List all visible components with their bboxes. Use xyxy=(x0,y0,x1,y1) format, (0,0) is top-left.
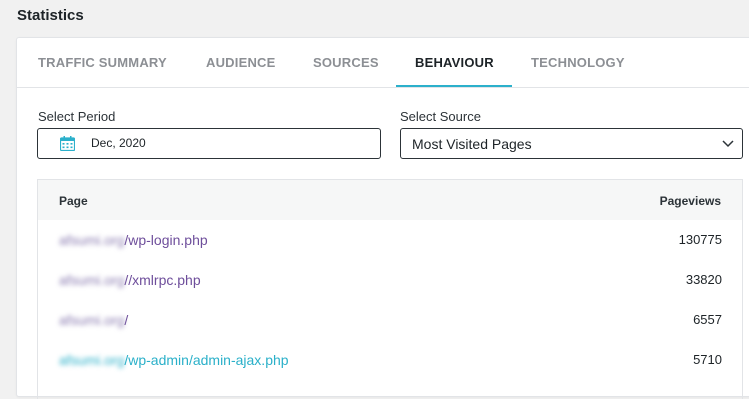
pageviews-value: 5710 xyxy=(693,352,722,367)
page-link[interactable]: afsumi.org//xmlrpc.php xyxy=(59,272,201,288)
chevron-down-icon xyxy=(722,140,734,148)
table-row: afsumi.org/wp-login.php 130775 xyxy=(38,220,742,260)
tab-audience[interactable]: AUDIENCE xyxy=(206,38,276,88)
page-title: Statistics xyxy=(17,7,84,24)
page-link[interactable]: afsumi.org/wp-admin/admin-ajax.php xyxy=(59,352,289,368)
pageviews-value: 6557 xyxy=(693,312,722,327)
pageviews-value: 33820 xyxy=(685,272,722,287)
tab-bar: TRAFFIC SUMMARY AUDIENCE SOURCES BEHAVIO… xyxy=(17,38,749,88)
pageviews-value: 130775 xyxy=(678,232,722,247)
column-header-page: Page xyxy=(59,194,88,208)
table-header: Page Pageviews xyxy=(38,180,742,220)
source-select[interactable]: Most Visited Pages xyxy=(400,128,743,159)
period-date-picker[interactable]: Dec, 2020 xyxy=(37,128,381,159)
table-row: afsumi.org/wp-admin/admin-ajax.php 5710 xyxy=(38,340,742,380)
pages-table: Page Pageviews afsumi.org/wp-login.php 1… xyxy=(37,179,743,399)
page-path: / xyxy=(124,312,129,328)
calendar-icon xyxy=(60,136,75,151)
period-value: Dec, 2020 xyxy=(91,136,146,150)
period-label: Select Period xyxy=(38,109,116,124)
table-row: afsumi.org//xmlrpc.php 33820 xyxy=(38,260,742,300)
statistics-panel: TRAFFIC SUMMARY AUDIENCE SOURCES BEHAVIO… xyxy=(16,37,749,399)
page-path: //xmlrpc.php xyxy=(124,272,201,288)
source-label: Select Source xyxy=(400,109,481,124)
blurred-domain: afsumi.org xyxy=(59,232,125,248)
tab-behaviour[interactable]: BEHAVIOUR xyxy=(415,38,494,88)
blurred-domain: afsumi.org xyxy=(59,352,125,368)
source-value: Most Visited Pages xyxy=(412,136,532,152)
page-link[interactable]: afsumi.org/wp-login.php xyxy=(59,232,208,248)
tab-traffic-summary[interactable]: TRAFFIC SUMMARY xyxy=(38,38,167,88)
page-path: /wp-login.php xyxy=(124,232,208,248)
active-tab-indicator xyxy=(396,85,512,87)
tab-technology[interactable]: TECHNOLOGY xyxy=(531,38,625,88)
column-header-pageviews: Pageviews xyxy=(659,194,721,208)
table-row: afsumi.org/ 6557 xyxy=(38,300,742,340)
blurred-domain: afsumi.org xyxy=(59,272,125,288)
blurred-domain: afsumi.org xyxy=(59,312,125,328)
tab-sources[interactable]: SOURCES xyxy=(313,38,379,88)
page-link[interactable]: afsumi.org/ xyxy=(59,312,128,328)
page-path: /wp-admin/admin-ajax.php xyxy=(124,352,289,368)
